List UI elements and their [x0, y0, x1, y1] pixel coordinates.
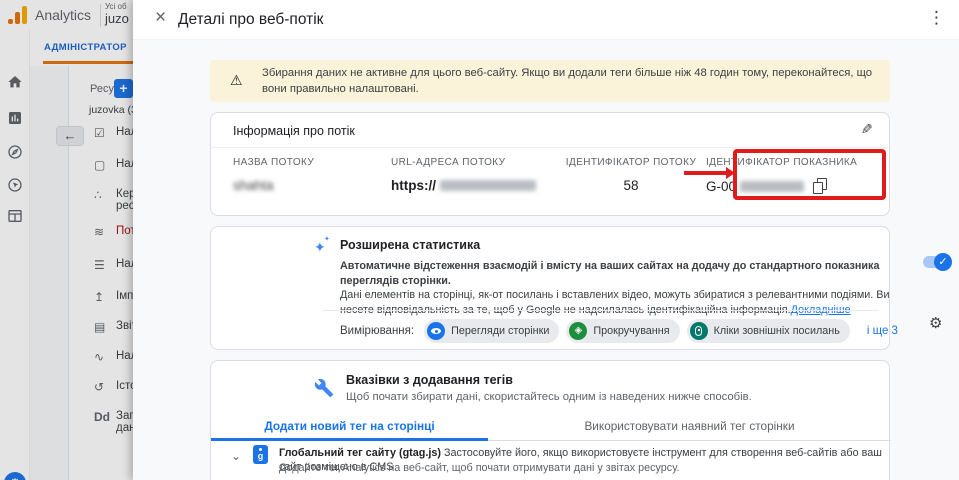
more-measurements-link[interactable]: і ще 3: [867, 325, 898, 337]
data-collection-warning-banner: ⚠ Збирання даних не активне для цього ве…: [210, 60, 890, 102]
tagging-title: Вказівки з додавання тегів: [346, 373, 513, 387]
modal-header: × Деталі про веб-потік ⋮: [133, 0, 959, 40]
wrench-icon: [314, 378, 334, 398]
enhanced-title: Розширена статистика: [340, 238, 480, 252]
chip-scrolls: ◈ Прокручування: [566, 319, 679, 343]
tagging-subtitle: Щоб почати збирати дані, скористайтесь о…: [346, 391, 752, 403]
modal-scrim[interactable]: [0, 0, 133, 480]
redacted-stream-name: shahta: [233, 178, 274, 193]
stream-url-field: URL-АДРЕСА ПОТОКУ https://: [391, 157, 556, 194]
tagging-instructions-card: Вказівки з додавання тегів Щоб почати зб…: [210, 360, 890, 480]
sparkle-icon: ✦: [314, 239, 326, 256]
tagging-tabs: Додати новий тег на сторінці Використову…: [211, 413, 891, 441]
web-stream-details-modal: × Деталі про веб-потік ⋮ ⚠ Збирання дани…: [133, 0, 959, 480]
chip-outbound-clicks: Кліки зовнішніх посилань: [687, 319, 850, 343]
divider: [323, 310, 879, 311]
ga-web-stream-details-screen: Analytics Усі об juzo ⚙ АДМІНІСТРАТОР ← …: [0, 0, 959, 480]
modal-title: Деталі про веб-потік: [178, 11, 323, 29]
enhanced-measurement-toggle[interactable]: ✓: [923, 256, 949, 268]
tab-add-new-tag[interactable]: Додати новий тег на сторінці: [211, 413, 488, 441]
tab-use-existing-tag[interactable]: Використовувати наявний тег сторінки: [488, 413, 891, 441]
stream-name-field: НАЗВА ПОТОКУ shahta: [233, 157, 391, 194]
stream-info-title: Інформація про потік: [233, 124, 355, 138]
kebab-menu-icon[interactable]: ⋮: [928, 8, 945, 28]
chip-page-views: Перегляди сторінки: [424, 319, 559, 343]
enhanced-description: Автоматичне відстеження взаємодій і вміс…: [340, 259, 902, 317]
measurement-settings-gear-icon[interactable]: ⚙: [929, 314, 942, 332]
warning-text: Збирання даних не активне для цього веб-…: [262, 66, 876, 97]
gtag-tag-icon: [253, 445, 268, 464]
edit-pencil-icon[interactable]: ✎: [861, 121, 873, 138]
redacted-url: [440, 180, 536, 191]
eye-icon: [427, 322, 445, 340]
stream-id-field: ІДЕНТИФІКАТОР ПОТОКУ 58: [556, 157, 706, 194]
close-icon[interactable]: ×: [155, 7, 166, 29]
outbound-click-icon: [690, 322, 708, 340]
warning-icon: ⚠: [230, 72, 243, 89]
gtag-subtext: Додайте тег Analytics на веб-сайт, щоб п…: [279, 462, 879, 474]
measuring-row: Вимірювання: Перегляди сторінки ◈ Прокру…: [340, 319, 898, 343]
toggle-knob: ✓: [934, 253, 952, 271]
chevron-down-icon[interactable]: ⌄: [231, 449, 241, 463]
scroll-icon: ◈: [569, 322, 587, 340]
annotation-highlight-box: [733, 149, 886, 200]
divider: [211, 147, 889, 148]
annotation-arrow: [684, 171, 726, 175]
measuring-label: Вимірювання:: [340, 325, 414, 337]
enhanced-measurement-card: ✦ Розширена статистика Автоматичне відст…: [210, 226, 890, 350]
